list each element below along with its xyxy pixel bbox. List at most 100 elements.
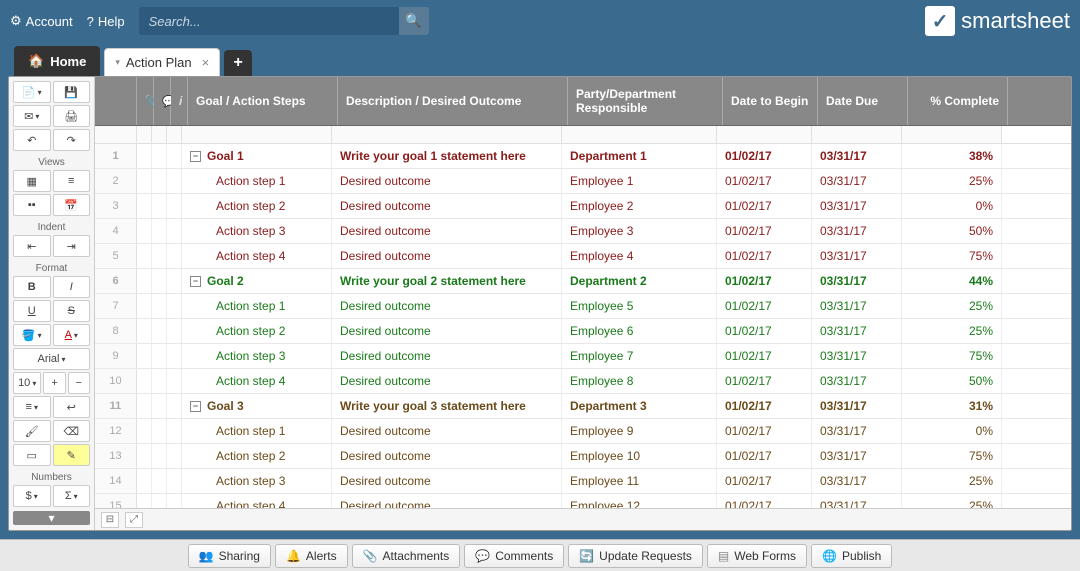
row-number[interactable]: 6 (95, 269, 137, 293)
info-cell[interactable] (167, 244, 182, 268)
comment-cell[interactable] (152, 444, 167, 468)
comment-cell[interactable] (152, 194, 167, 218)
row-number[interactable]: 2 (95, 169, 137, 193)
goal-cell[interactable]: −Goal 1 (182, 144, 332, 168)
attachment-col-header[interactable]: 📎 (137, 77, 154, 125)
comment-cell[interactable] (152, 469, 167, 493)
attachment-cell[interactable] (137, 219, 152, 243)
goal-cell[interactable]: Action step 3 (182, 344, 332, 368)
fill-color-button[interactable]: 🪣▾ (13, 324, 51, 346)
desc-cell[interactable]: Desired outcome (332, 319, 562, 343)
strike-button[interactable]: S (53, 300, 91, 322)
pct-cell[interactable]: 25% (902, 319, 1002, 343)
comment-cell[interactable] (152, 419, 167, 443)
attachment-cell[interactable] (137, 169, 152, 193)
due-cell[interactable]: 03/31/17 (812, 269, 902, 293)
info-cell[interactable] (167, 269, 182, 293)
clear-format-button[interactable]: ⌫ (53, 420, 91, 442)
row-number[interactable]: 3 (95, 194, 137, 218)
pct-cell[interactable]: 50% (902, 369, 1002, 393)
desc-cell[interactable]: Desired outcome (332, 219, 562, 243)
pct-cell[interactable]: 44% (902, 269, 1002, 293)
print-button[interactable]: 🖨 (53, 105, 91, 127)
desc-cell[interactable]: Desired outcome (332, 494, 562, 508)
due-cell[interactable]: 03/31/17 (812, 344, 902, 368)
collapse-all-button[interactable]: ⊟ (101, 512, 119, 528)
gantt-view-button[interactable]: ≡ (53, 170, 91, 192)
goal-cell[interactable]: Action step 2 (182, 319, 332, 343)
desc-cell[interactable]: Desired outcome (332, 344, 562, 368)
desc-cell[interactable]: Desired outcome (332, 469, 562, 493)
due-cell[interactable]: 03/31/17 (812, 394, 902, 418)
step-row[interactable]: 9Action step 3Desired outcomeEmployee 70… (95, 344, 1071, 369)
desc-cell[interactable]: Write your goal 2 statement here (332, 269, 562, 293)
info-cell[interactable] (167, 444, 182, 468)
indent-button[interactable]: ⇥ (53, 235, 91, 257)
redo-button[interactable]: ↷ (53, 129, 91, 151)
info-cell[interactable] (167, 194, 182, 218)
pct-cell[interactable]: 75% (902, 244, 1002, 268)
goal-cell[interactable]: Action step 2 (182, 194, 332, 218)
begin-cell[interactable]: 01/02/17 (717, 394, 812, 418)
attachment-cell[interactable] (137, 494, 152, 508)
web-forms-button[interactable]: ▤Web Forms (707, 544, 807, 568)
expand-all-button[interactable]: ⤢ (125, 512, 143, 528)
attachment-cell[interactable] (137, 394, 152, 418)
format-painter-button[interactable]: 🖌 (13, 420, 51, 442)
text-color-button[interactable]: A▾ (53, 324, 91, 346)
attachment-cell[interactable] (137, 194, 152, 218)
due-cell[interactable]: 03/31/17 (812, 144, 902, 168)
desc-cell[interactable]: Write your goal 3 statement here (332, 394, 562, 418)
info-cell[interactable] (167, 469, 182, 493)
wrap-button[interactable]: ↩ (53, 396, 91, 418)
email-button[interactable]: ✉▾ (13, 105, 51, 127)
row-number[interactable]: 9 (95, 344, 137, 368)
goal-cell[interactable]: Action step 4 (182, 244, 332, 268)
goal-row[interactable]: 11−Goal 3Write your goal 3 statement her… (95, 394, 1071, 419)
save-button[interactable]: 💾 (53, 81, 91, 103)
due-cell[interactable]: 03/31/17 (812, 294, 902, 318)
row-number[interactable]: 11 (95, 394, 137, 418)
begin-cell[interactable]: 01/02/17 (717, 419, 812, 443)
desc-cell[interactable]: Desired outcome (332, 369, 562, 393)
row-number[interactable]: 8 (95, 319, 137, 343)
goal-cell[interactable]: Action step 1 (182, 169, 332, 193)
close-tab-icon[interactable]: × (202, 55, 210, 70)
publish-button[interactable]: 🌐Publish (811, 544, 892, 568)
step-row[interactable]: 2Action step 1Desired outcomeEmployee 10… (95, 169, 1071, 194)
increase-size-button[interactable]: + (43, 372, 65, 394)
attachment-cell[interactable] (137, 269, 152, 293)
search-input[interactable] (139, 7, 429, 35)
highlight-button[interactable]: ✎ (53, 444, 91, 466)
info-cell[interactable] (167, 419, 182, 443)
row-number[interactable]: 1 (95, 144, 137, 168)
info-cell[interactable] (167, 344, 182, 368)
goal-cell[interactable]: Action step 3 (182, 469, 332, 493)
goal-cell[interactable]: Action step 3 (182, 219, 332, 243)
row-number[interactable]: 13 (95, 444, 137, 468)
info-cell[interactable] (167, 219, 182, 243)
begin-cell[interactable]: 01/02/17 (717, 169, 812, 193)
begin-column-header[interactable]: Date to Begin (723, 77, 818, 125)
begin-cell[interactable]: 01/02/17 (717, 369, 812, 393)
party-cell[interactable]: Employee 4 (562, 244, 717, 268)
goal-row[interactable]: 6−Goal 2Write your goal 2 statement here… (95, 269, 1071, 294)
pct-cell[interactable]: 75% (902, 444, 1002, 468)
step-row[interactable]: 12Action step 1Desired outcomeEmployee 9… (95, 419, 1071, 444)
outdent-button[interactable]: ⇤ (13, 235, 51, 257)
party-cell[interactable]: Employee 11 (562, 469, 717, 493)
pct-cell[interactable]: 38% (902, 144, 1002, 168)
due-cell[interactable]: 03/31/17 (812, 419, 902, 443)
pct-cell[interactable]: 25% (902, 294, 1002, 318)
expand-toolbar-button[interactable]: ▾ (13, 511, 90, 525)
due-cell[interactable]: 03/31/17 (812, 369, 902, 393)
step-row[interactable]: 15Action step 4Desired outcomeEmployee 1… (95, 494, 1071, 508)
font-select[interactable]: Arial▾ (13, 348, 90, 370)
step-row[interactable]: 8Action step 2Desired outcomeEmployee 60… (95, 319, 1071, 344)
bold-button[interactable]: B (13, 276, 51, 298)
begin-cell[interactable]: 01/02/17 (717, 219, 812, 243)
comment-cell[interactable] (152, 269, 167, 293)
attachment-cell[interactable] (137, 144, 152, 168)
attachment-cell[interactable] (137, 244, 152, 268)
desc-cell[interactable]: Write your goal 1 statement here (332, 144, 562, 168)
